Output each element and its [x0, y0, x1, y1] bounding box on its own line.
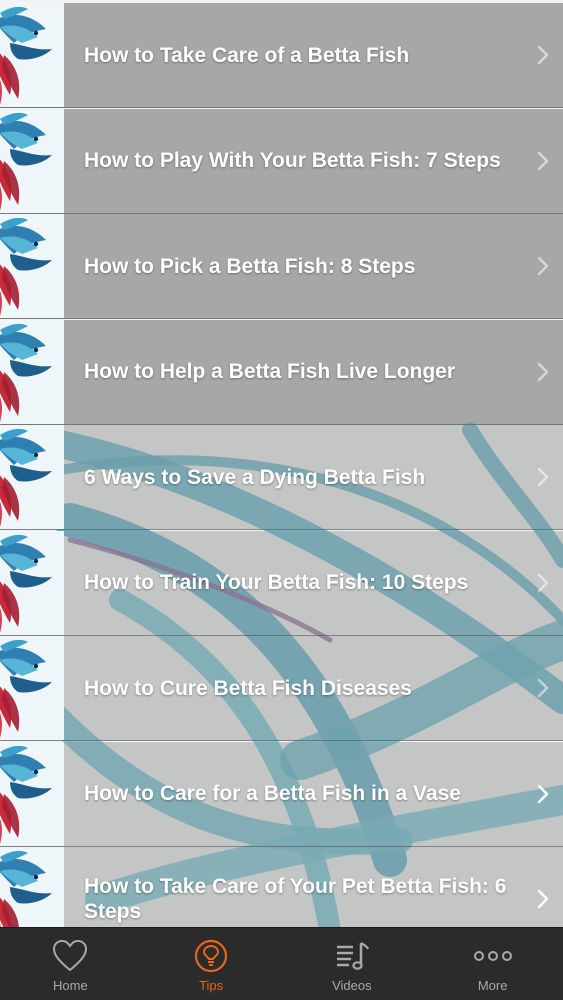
list-item[interactable]: How to Train Your Betta Fish: 10 Steps	[0, 530, 563, 636]
chevron-right-icon	[523, 150, 563, 172]
chevron-right-icon	[523, 466, 563, 488]
chevron-right-icon	[523, 361, 563, 383]
chevron-right-icon	[523, 783, 563, 805]
list-item[interactable]: How to Take Care of Your Pet Betta Fish:…	[0, 847, 563, 927]
betta-fish-thumbnail	[0, 319, 64, 424]
betta-fish-thumbnail	[0, 530, 64, 635]
list-item-title: 6 Ways to Save a Dying Betta Fish	[84, 465, 426, 489]
tips-list: How to Take Care of a Betta Fish How to P…	[0, 0, 563, 927]
list-item[interactable]: How to Play With Your Betta Fish: 7 Step…	[0, 108, 563, 214]
list-item[interactable]: 6 Ways to Save a Dying Betta Fish	[0, 425, 563, 530]
list-item-title: How to Cure Betta Fish Diseases	[84, 676, 412, 700]
betta-fish-thumbnail	[0, 108, 64, 213]
chevron-right-icon	[523, 255, 563, 277]
heart-icon	[51, 936, 89, 976]
tips-icon	[193, 936, 229, 976]
list-item-title: How to Pick a Betta Fish: 8 Steps	[84, 254, 416, 278]
list-item[interactable]: How to Take Care of a Betta Fish	[0, 3, 563, 108]
tab-home-label: Home	[53, 977, 88, 993]
chevron-right-icon	[523, 888, 563, 910]
tab-tips-label: Tips	[199, 977, 224, 993]
more-dots-icon	[472, 936, 514, 976]
betta-fish-thumbnail	[0, 636, 64, 740]
tab-videos[interactable]: Videos	[282, 928, 423, 1000]
list-item-title: How to Help a Betta Fish Live Longer	[84, 360, 456, 383]
list-item[interactable]: How to Care for a Betta Fish in a Vase	[0, 741, 563, 847]
chevron-right-icon	[523, 572, 563, 594]
list-item[interactable]: How to Cure Betta Fish Diseases	[0, 636, 563, 741]
list-item-title: How to Care for a Betta Fish in a Vase	[84, 782, 461, 805]
list-item-title: How to Take Care of a Betta Fish	[84, 43, 410, 67]
tab-tips[interactable]: Tips	[141, 928, 282, 1000]
tab-home[interactable]: Home	[0, 928, 141, 1000]
bottom-tab-bar: Home Tips Videos More	[0, 927, 563, 1000]
music-list-icon	[334, 936, 370, 976]
list-item-title: How to Play With Your Betta Fish: 7 Step…	[84, 149, 501, 172]
betta-fish-thumbnail	[0, 425, 64, 529]
betta-fish-thumbnail	[0, 847, 64, 927]
chevron-right-icon	[523, 44, 563, 66]
tab-more-label: More	[477, 977, 508, 993]
betta-fish-thumbnail	[0, 214, 64, 318]
list-item[interactable]: How to Help a Betta Fish Live Longer	[0, 319, 563, 425]
tab-more[interactable]: More	[422, 928, 563, 1000]
betta-fish-thumbnail	[0, 3, 64, 107]
list-item[interactable]: How to Pick a Betta Fish: 8 Steps	[0, 214, 563, 319]
list-item-title: How to Take Care of Your Pet Betta Fish:…	[84, 875, 507, 923]
betta-fish-thumbnail	[0, 741, 64, 846]
list-item-title: How to Train Your Betta Fish: 10 Steps	[84, 571, 469, 594]
tab-videos-label: Videos	[332, 977, 372, 993]
chevron-right-icon	[523, 677, 563, 699]
